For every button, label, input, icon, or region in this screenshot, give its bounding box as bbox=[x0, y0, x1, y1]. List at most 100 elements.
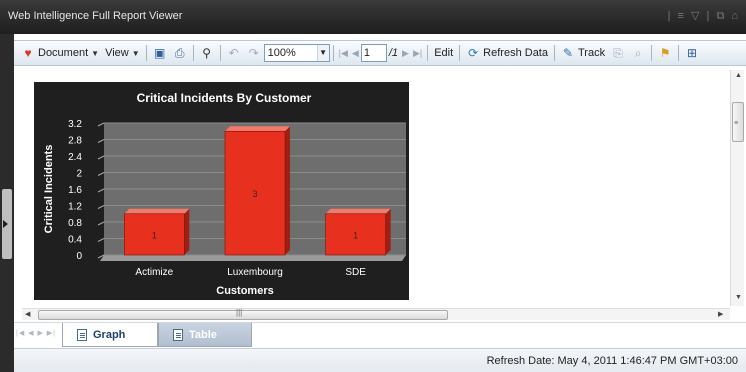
find-button[interactable]: ⚲ bbox=[197, 43, 217, 63]
y-tick-label: 1.6 bbox=[68, 185, 82, 196]
bar-side bbox=[285, 126, 290, 255]
print-icon: ⎙ bbox=[174, 46, 185, 60]
toolbar-separator bbox=[192, 45, 194, 61]
x-tick-label: Actimize bbox=[135, 267, 173, 278]
scroll-down-icon[interactable]: ▼ bbox=[735, 294, 742, 301]
y-tick bbox=[97, 139, 105, 143]
filter-bar-button[interactable]: ⚑ bbox=[655, 43, 675, 63]
page-number-input[interactable]: 1 bbox=[360, 44, 387, 62]
horizontal-scrollbar[interactable]: ◀ ||| ▶ bbox=[22, 308, 730, 320]
window-title: Web Intelligence Full Report Viewer bbox=[8, 10, 183, 22]
vertical-scrollbar[interactable]: ▲ ≡ ▼ bbox=[730, 70, 744, 306]
outline-button[interactable]: ⊞ bbox=[682, 43, 702, 63]
refresh-icon: ⟳ bbox=[468, 46, 479, 60]
report-canvas: Critical Incidents By Customer 0 0.4 0.8 1.2… bbox=[22, 72, 736, 300]
scroll-grip-icon: ≡ bbox=[734, 120, 739, 127]
next-page-icon[interactable]: ▶ bbox=[400, 48, 411, 59]
window-controls[interactable]: | ≡ ▽ | ⧉ ⌂ bbox=[668, 9, 740, 23]
binoculars-icon: ⚲ bbox=[202, 46, 212, 60]
last-page-icon[interactable]: ▶| bbox=[411, 48, 424, 59]
track-label: Track bbox=[577, 47, 606, 59]
y-tick-label: 3.2 bbox=[68, 119, 82, 130]
bar-chart: Critical Incidents By Customer 0 0.4 0.8 1.2… bbox=[43, 91, 406, 297]
status-bar: Refresh Date: May 4, 2011 1:46:47 PM GMT… bbox=[14, 348, 746, 372]
view-menu-label: View bbox=[105, 47, 129, 59]
bar-top bbox=[325, 208, 391, 214]
toolbar-separator bbox=[459, 45, 461, 61]
refresh-data-button[interactable]: ⟳ Refresh Data bbox=[463, 43, 551, 63]
chevron-down-icon[interactable]: ▼ bbox=[316, 45, 329, 61]
save-icon: ▣ bbox=[153, 46, 166, 60]
track-options-icon: ⎘ bbox=[613, 46, 623, 60]
previous-page-icon[interactable]: ◀ bbox=[350, 48, 361, 59]
left-panel-rail bbox=[0, 34, 14, 372]
zoom-value: 100% bbox=[267, 47, 296, 59]
track-button[interactable]: ✎ Track bbox=[558, 43, 608, 63]
outline-icon: ⊞ bbox=[687, 46, 698, 60]
y-tick-label: 2.4 bbox=[68, 152, 82, 163]
bar-top bbox=[124, 208, 190, 214]
document-menu[interactable]: ♥ Document ▼ bbox=[18, 43, 102, 63]
y-axis-label: Critical Incidents bbox=[43, 145, 55, 234]
chevron-down-icon: ▼ bbox=[131, 48, 140, 58]
toolbar-separator bbox=[651, 45, 653, 61]
report-frame: ♥ Document ▼ View ▼ ▣ ⎙ ⚲ ↶ ↷ 100% ▼ |◀ … bbox=[14, 34, 746, 372]
track-options-button[interactable]: ⎘ bbox=[608, 43, 628, 63]
scroll-up-icon[interactable]: ▲ bbox=[735, 72, 742, 79]
report-page-icon bbox=[173, 328, 183, 341]
toolbar-separator bbox=[219, 45, 221, 61]
chart-panel: Critical Incidents By Customer 0 0.4 0.8 1.2… bbox=[34, 82, 409, 300]
scroll-right-icon[interactable]: ▶ bbox=[718, 310, 723, 318]
undo-button[interactable]: ↶ bbox=[224, 43, 244, 63]
y-tick bbox=[97, 172, 105, 176]
print-button[interactable]: ⎙ bbox=[170, 43, 190, 63]
document-icon: ♥ bbox=[24, 46, 32, 60]
chart-title: Critical Incidents By Customer bbox=[137, 91, 312, 105]
y-tick-label: 0 bbox=[76, 251, 82, 262]
toolbar-separator bbox=[332, 45, 334, 61]
save-button[interactable]: ▣ bbox=[150, 43, 170, 63]
drill-icon: ⌕ bbox=[634, 46, 642, 60]
y-tick bbox=[97, 221, 105, 226]
y-tick-label: 2 bbox=[76, 169, 82, 180]
refresh-label: Refresh Data bbox=[483, 47, 548, 59]
data-label: 3 bbox=[252, 189, 257, 199]
chevron-down-icon: ▼ bbox=[91, 48, 100, 58]
data-label: 1 bbox=[152, 230, 157, 240]
y-tick bbox=[97, 188, 105, 193]
y-tick-label: 2.8 bbox=[68, 136, 82, 147]
bar-side bbox=[385, 208, 391, 255]
view-menu[interactable]: View ▼ bbox=[102, 43, 143, 63]
expand-arrow-icon[interactable] bbox=[3, 220, 8, 228]
track-icon: ✎ bbox=[562, 46, 574, 60]
undo-icon: ↶ bbox=[228, 46, 239, 60]
redo-button[interactable]: ↷ bbox=[244, 43, 264, 63]
toolbar-separator bbox=[553, 45, 555, 61]
bar-top bbox=[225, 126, 290, 132]
scroll-left-icon[interactable]: ◀ bbox=[25, 310, 30, 318]
drill-button[interactable]: ⌕ bbox=[628, 43, 648, 63]
x-tick-label: SDE bbox=[345, 267, 366, 278]
y-tick bbox=[97, 238, 105, 242]
tab-label: Graph bbox=[93, 328, 126, 341]
plot-floor bbox=[100, 255, 406, 261]
horizontal-scroll-thumb[interactable] bbox=[38, 310, 448, 320]
edit-button[interactable]: Edit bbox=[431, 43, 456, 63]
tab-graph[interactable]: Graph bbox=[62, 323, 158, 347]
edit-label: Edit bbox=[434, 47, 454, 59]
y-tick bbox=[97, 122, 105, 127]
filter-icon: ⚑ bbox=[659, 46, 671, 60]
zoom-select[interactable]: 100% ▼ bbox=[263, 44, 330, 62]
y-tick bbox=[97, 155, 105, 160]
y-tick-label: 0.4 bbox=[68, 235, 82, 246]
first-page-icon[interactable]: |◀ bbox=[337, 48, 350, 59]
bar-side bbox=[184, 208, 190, 255]
y-tick bbox=[97, 205, 105, 209]
report-toolbar: ♥ Document ▼ View ▼ ▣ ⎙ ⚲ ↶ ↷ 100% ▼ |◀ … bbox=[14, 40, 746, 66]
tab-label: Table bbox=[189, 328, 217, 341]
report-page-icon bbox=[77, 328, 87, 341]
x-axis-label: Customers bbox=[216, 285, 273, 297]
tab-table[interactable]: Table bbox=[158, 323, 252, 347]
tab-navigation-icons[interactable]: |◀ ◀ ▶ ▶| bbox=[16, 329, 56, 337]
refresh-date-status: Refresh Date: May 4, 2011 1:46:47 PM GMT… bbox=[486, 355, 738, 367]
